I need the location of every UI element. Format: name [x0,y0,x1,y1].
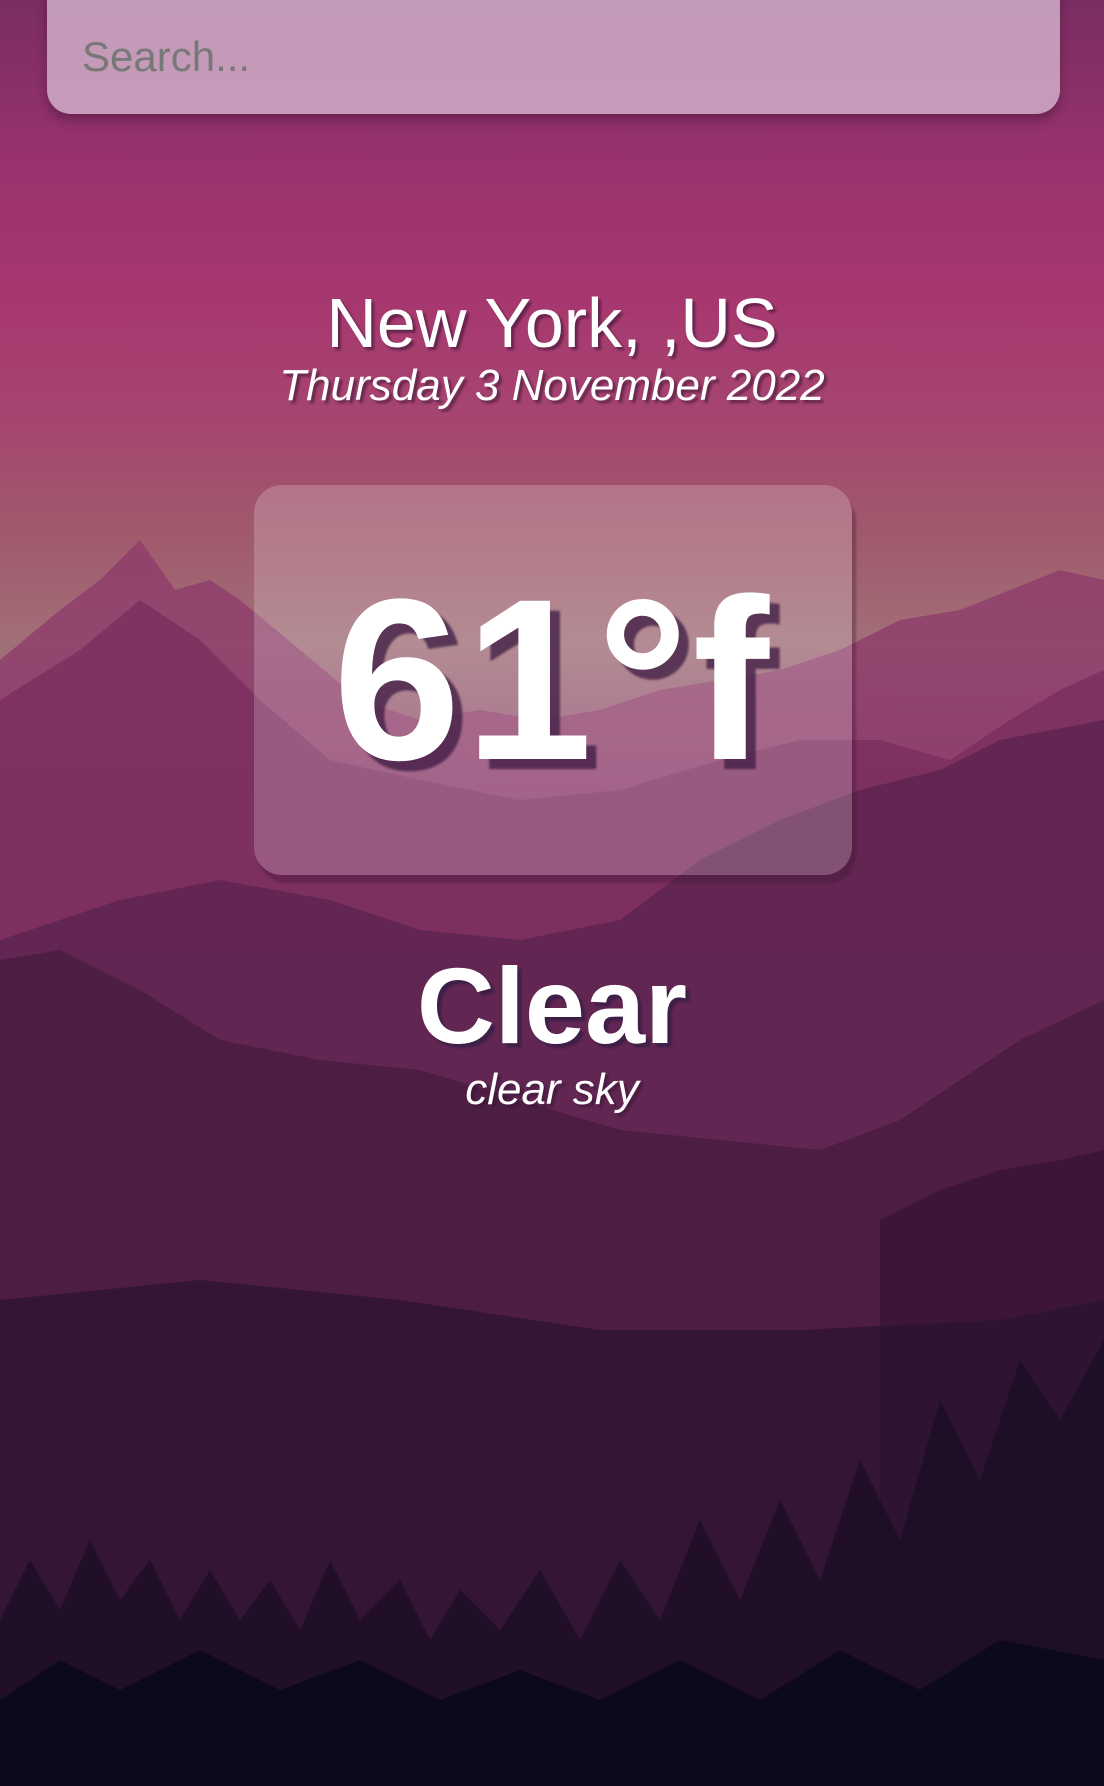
location-name: New York, ,US [326,284,778,362]
mountain-background [0,540,1104,1786]
search-bar [47,0,1060,114]
temperature-box: 61°f [254,485,852,875]
temperature-value: 61°f [332,551,774,808]
weather-description: clear sky [465,1065,639,1114]
search-input[interactable] [47,0,1060,114]
weather-condition: Clear [416,945,688,1066]
location-box: New York, ,US Thursday 3 November 2022 [0,283,1104,413]
current-date: Thursday 3 November 2022 [279,361,825,410]
weather-box: Clear clear sky [0,950,1104,1116]
